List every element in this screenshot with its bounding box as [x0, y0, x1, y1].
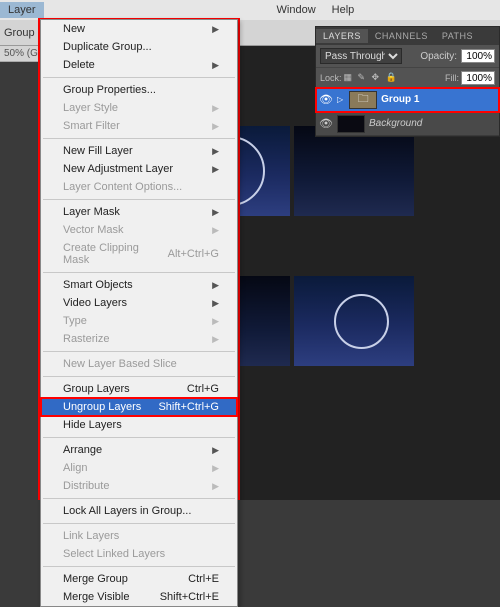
opacity-input[interactable] — [461, 49, 495, 63]
menu-new-adjustment-layer[interactable]: New Adjustment Layer▶ — [41, 160, 237, 178]
menu-layer-mask[interactable]: Layer Mask▶ — [41, 203, 237, 221]
tab-channels[interactable]: CHANNELS — [368, 29, 435, 43]
menu-select-linked: Select Linked Layers — [41, 545, 237, 563]
group-label: Group — [4, 27, 35, 39]
menu-new[interactable]: New▶ — [41, 20, 237, 38]
menu-ungroup-layers[interactable]: Ungroup LayersShift+Ctrl+G — [41, 398, 237, 416]
lock-label: Lock: — [320, 73, 342, 83]
menu-rasterize: Rasterize▶ — [41, 330, 237, 348]
menu-group-properties[interactable]: Group Properties... — [41, 81, 237, 99]
visibility-icon[interactable]: 👁 — [319, 117, 333, 130]
menu-window[interactable]: Window — [269, 2, 324, 18]
fill-input[interactable] — [461, 71, 495, 85]
menu-create-clipping-mask: Create Clipping MaskAlt+Ctrl+G — [41, 239, 237, 269]
layer-name[interactable]: Group 1 — [381, 94, 419, 105]
layers-panel: LAYERS CHANNELS PATHS Pass Through Opaci… — [315, 26, 500, 137]
folder-icon: 🗀 — [349, 91, 377, 109]
menu-hide-layers[interactable]: Hide Layers — [41, 416, 237, 434]
menu-layer[interactable]: Layer — [0, 2, 44, 18]
layer-menu-dropdown: New▶ Duplicate Group... Delete▶ Group Pr… — [40, 19, 238, 607]
blend-mode-select[interactable]: Pass Through — [320, 48, 402, 64]
layer-group-1[interactable]: 👁 ▷ 🗀 Group 1 — [316, 88, 499, 112]
fill-label: Fill: — [445, 73, 459, 83]
tab-layers[interactable]: LAYERS — [316, 29, 368, 43]
menu-new-layer-based-slice: New Layer Based Slice — [41, 355, 237, 373]
visibility-icon[interactable]: 👁 — [319, 93, 333, 106]
menu-layer-style: Layer Style▶ — [41, 99, 237, 117]
layer-thumb — [337, 115, 365, 133]
menu-layer-content-options: Layer Content Options... — [41, 178, 237, 196]
lock-transparent-icon[interactable]: ▦ — [344, 72, 356, 84]
image-thumb — [294, 126, 414, 216]
menu-duplicate-group[interactable]: Duplicate Group... — [41, 38, 237, 56]
tab-paths[interactable]: PATHS — [435, 29, 480, 43]
lock-all-icon[interactable]: 🔒 — [386, 72, 398, 84]
menu-smart-objects[interactable]: Smart Objects▶ — [41, 276, 237, 294]
menu-delete[interactable]: Delete▶ — [41, 56, 237, 74]
menu-align: Align▶ — [41, 459, 237, 477]
menu-group-layers[interactable]: Group LayersCtrl+G — [41, 380, 237, 398]
lock-position-icon[interactable]: ✥ — [372, 72, 384, 84]
menu-link-layers: Link Layers — [41, 527, 237, 545]
menu-arrange[interactable]: Arrange▶ — [41, 441, 237, 459]
opacity-label: Opacity: — [420, 51, 457, 62]
menu-lock-all-in-group[interactable]: Lock All Layers in Group... — [41, 502, 237, 520]
menu-merge-visible[interactable]: Merge VisibleShift+Ctrl+E — [41, 588, 237, 606]
image-thumb — [294, 276, 414, 366]
menu-new-fill-layer[interactable]: New Fill Layer▶ — [41, 142, 237, 160]
layer-background[interactable]: 👁 Background — [316, 112, 499, 136]
menu-smart-filter: Smart Filter▶ — [41, 117, 237, 135]
layer-name[interactable]: Background — [369, 118, 422, 129]
menu-type: Type▶ — [41, 312, 237, 330]
lock-pixels-icon[interactable]: ✎ — [358, 72, 370, 84]
chevron-right-icon[interactable]: ▷ — [337, 95, 343, 104]
menu-vector-mask: Vector Mask▶ — [41, 221, 237, 239]
menu-merge-group[interactable]: Merge GroupCtrl+E — [41, 570, 237, 588]
menu-distribute: Distribute▶ — [41, 477, 237, 495]
menu-help[interactable]: Help — [324, 2, 363, 18]
menubar: Layer Window Help — [0, 0, 500, 20]
menu-video-layers[interactable]: Video Layers▶ — [41, 294, 237, 312]
